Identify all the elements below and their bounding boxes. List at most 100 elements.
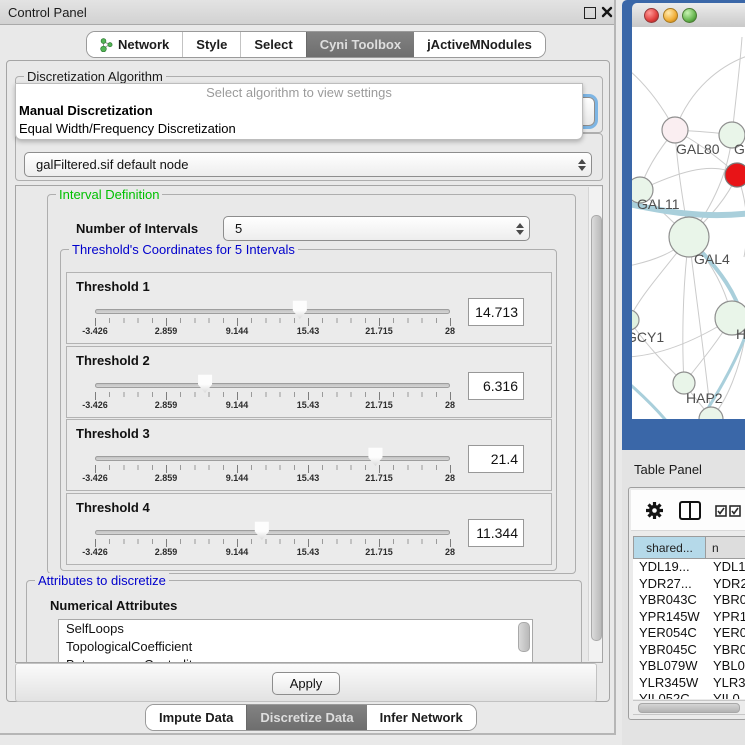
tab-jactivemnodules-label: jActiveMNodules (427, 37, 532, 52)
tab-style-label: Style (196, 37, 227, 52)
table-row[interactable]: YPR145WYPR1 (633, 609, 745, 626)
table-horizontal-scrollbar-thumb[interactable] (638, 703, 740, 713)
threshold-3-label: Threshold 3 (76, 426, 150, 441)
threshold-3-slider-track[interactable] (95, 456, 450, 461)
tab-infer-network[interactable]: Infer Network (367, 705, 476, 730)
slider-ticks (95, 318, 451, 323)
zoom-traffic-light-icon[interactable] (682, 8, 697, 23)
checkbox-checked-icon[interactable] (729, 505, 741, 517)
threshold-4-slider-track[interactable] (95, 530, 450, 535)
control-panel-window: Control Panel Network Style Select Cyni … (0, 0, 616, 735)
table-row[interactable]: YDL19...YDL1 (633, 559, 745, 576)
threshold-2-slider-thumb[interactable] (197, 374, 213, 393)
tab-select-label: Select (254, 37, 292, 52)
apply-button[interactable]: Apply (272, 672, 340, 695)
threshold-2-value-field[interactable] (468, 372, 524, 400)
column-header-name[interactable]: n (706, 536, 745, 559)
network-view-window: GAL80 G GAL11 GAL4 GCY1 H HAP2 (622, 0, 745, 450)
tab-infer-network-label: Infer Network (380, 710, 463, 725)
threshold-4-value-field[interactable] (468, 519, 524, 547)
threshold-1-value-field[interactable] (468, 298, 524, 326)
network-canvas[interactable]: GAL80 G GAL11 GAL4 GCY1 H HAP2 (632, 27, 745, 419)
stepper-arrows-icon (573, 159, 591, 171)
stepper-arrows-icon (511, 223, 529, 235)
tab-discretize-data[interactable]: Discretize Data (246, 705, 366, 730)
threshold-3-value-field[interactable] (468, 445, 524, 473)
table-row[interactable]: YER054CYER0 (633, 625, 745, 642)
dropdown-option-equal-width-frequency[interactable]: Equal Width/Frequency Discretization (16, 120, 582, 138)
node-gal80[interactable] (662, 117, 688, 143)
table-panel-body: shared... n YDL19...YDL1 YDR27...YDR2 YB… (628, 487, 745, 720)
slider-ticks (95, 392, 451, 397)
threshold-1-slider-track[interactable] (95, 309, 450, 314)
tab-cyni-toolbox[interactable]: Cyni Toolbox (306, 32, 414, 57)
column-header-shared-name[interactable]: shared... (633, 536, 706, 559)
cyni-toolbox-panel: Discretization Algorithm Select algorith… (6, 60, 610, 702)
dropdown-option-manual-discretization[interactable]: Manual Discretization (16, 102, 582, 120)
settings-scrollbar-thumb[interactable] (591, 215, 602, 641)
tab-discretize-data-label: Discretize Data (260, 710, 353, 725)
float-window-icon[interactable] (584, 7, 596, 19)
svg-text:GAL4: GAL4 (694, 251, 730, 267)
tab-network-label: Network (118, 37, 169, 52)
attributes-group-title: Attributes to discretize (35, 573, 169, 588)
network-window-titlebar[interactable] (632, 3, 745, 28)
tab-network[interactable]: Network (87, 32, 182, 57)
screen: { "colors": { "group_title_green": "#00c… (0, 0, 745, 745)
threshold-3-slider-thumb[interactable] (367, 447, 383, 466)
tab-impute-data[interactable]: Impute Data (146, 705, 246, 730)
number-of-intervals-combobox[interactable]: 5 (223, 216, 530, 241)
number-of-intervals-value: 5 (224, 221, 511, 236)
table-data-combobox[interactable]: galFiltered.sif default node (24, 152, 592, 177)
tab-cyni-toolbox-label: Cyni Toolbox (320, 37, 401, 52)
control-panel-titlebar: Control Panel (0, 0, 614, 25)
svg-text:G: G (734, 141, 745, 157)
table-row[interactable]: YBR043CYBR0 (633, 592, 745, 609)
table-panel-title: Table Panel (634, 462, 702, 477)
checkbox-checked-icon[interactable] (715, 505, 727, 517)
table-row[interactable]: YIL052CYIL0 (633, 691, 745, 699)
list-item-topologicalcoefficient[interactable]: TopologicalCoefficient (59, 638, 532, 656)
close-traffic-light-icon[interactable] (644, 8, 659, 23)
dropdown-placeholder-item: Select algorithm to view settings (16, 84, 582, 102)
gear-icon[interactable] (645, 501, 664, 520)
close-icon[interactable] (601, 6, 613, 18)
split-columns-icon[interactable] (679, 501, 701, 520)
table-horizontal-scrollbar[interactable] (633, 700, 745, 715)
slider-ticks (95, 539, 451, 544)
threshold-2-slider-track[interactable] (95, 383, 450, 388)
threshold-4-slider-thumb[interactable] (254, 521, 270, 540)
node-red-selected[interactable] (725, 163, 745, 187)
settings-scrollbar[interactable] (588, 187, 602, 661)
numerical-attributes-list: SelfLoops TopologicalCoefficient Between… (58, 619, 533, 663)
tab-style[interactable]: Style (182, 32, 240, 57)
node-gcy1[interactable] (632, 310, 639, 330)
thresholds-group-title: Threshold's Coordinates for 5 Intervals (69, 242, 298, 257)
threshold-1-label: Threshold 1 (76, 279, 150, 294)
svg-text:GAL80: GAL80 (676, 141, 720, 157)
network-icon (100, 38, 113, 52)
node-partial-bottom[interactable] (699, 407, 723, 419)
list-item-selfloops[interactable]: SelfLoops (59, 620, 532, 638)
svg-text:HAP2: HAP2 (686, 390, 723, 406)
control-panel-tabbar: Network Style Select Cyni Toolbox jActiv… (86, 31, 546, 58)
threshold-1-slider-thumb[interactable] (292, 300, 308, 319)
tab-select[interactable]: Select (240, 32, 305, 57)
window-title: Control Panel (0, 5, 87, 20)
table-rows: YDL19...YDL1 YDR27...YDR2 YBR043CYBR0 YP… (633, 559, 745, 699)
settings-scroll-panel: Interval Definition Number of Intervals … (15, 185, 603, 663)
table-row[interactable]: YBL079WYBL0 (633, 658, 745, 675)
minimize-traffic-light-icon[interactable] (663, 8, 678, 23)
tab-jactivemnodules[interactable]: jActiveMNodules (414, 32, 545, 57)
table-header-row: shared... n (633, 536, 745, 559)
apply-button-bar: Apply (15, 663, 597, 702)
table-row[interactable]: YBR045CYBR0 (633, 642, 745, 659)
threshold-4-panel: Threshold 4 -3.426 2.859 9.144 15.43 21.… (66, 493, 552, 565)
tab-impute-data-label: Impute Data (159, 710, 233, 725)
table-row[interactable]: YLR345WYLR3 (633, 675, 745, 692)
threshold-4-label: Threshold 4 (76, 500, 150, 515)
attributes-list-scrollbar-thumb[interactable] (518, 622, 530, 652)
table-row[interactable]: YDR27...YDR2 (633, 576, 745, 593)
svg-text:H: H (736, 326, 745, 342)
list-item-betweennesscentrality[interactable]: BetweennessCentrality (59, 656, 532, 663)
